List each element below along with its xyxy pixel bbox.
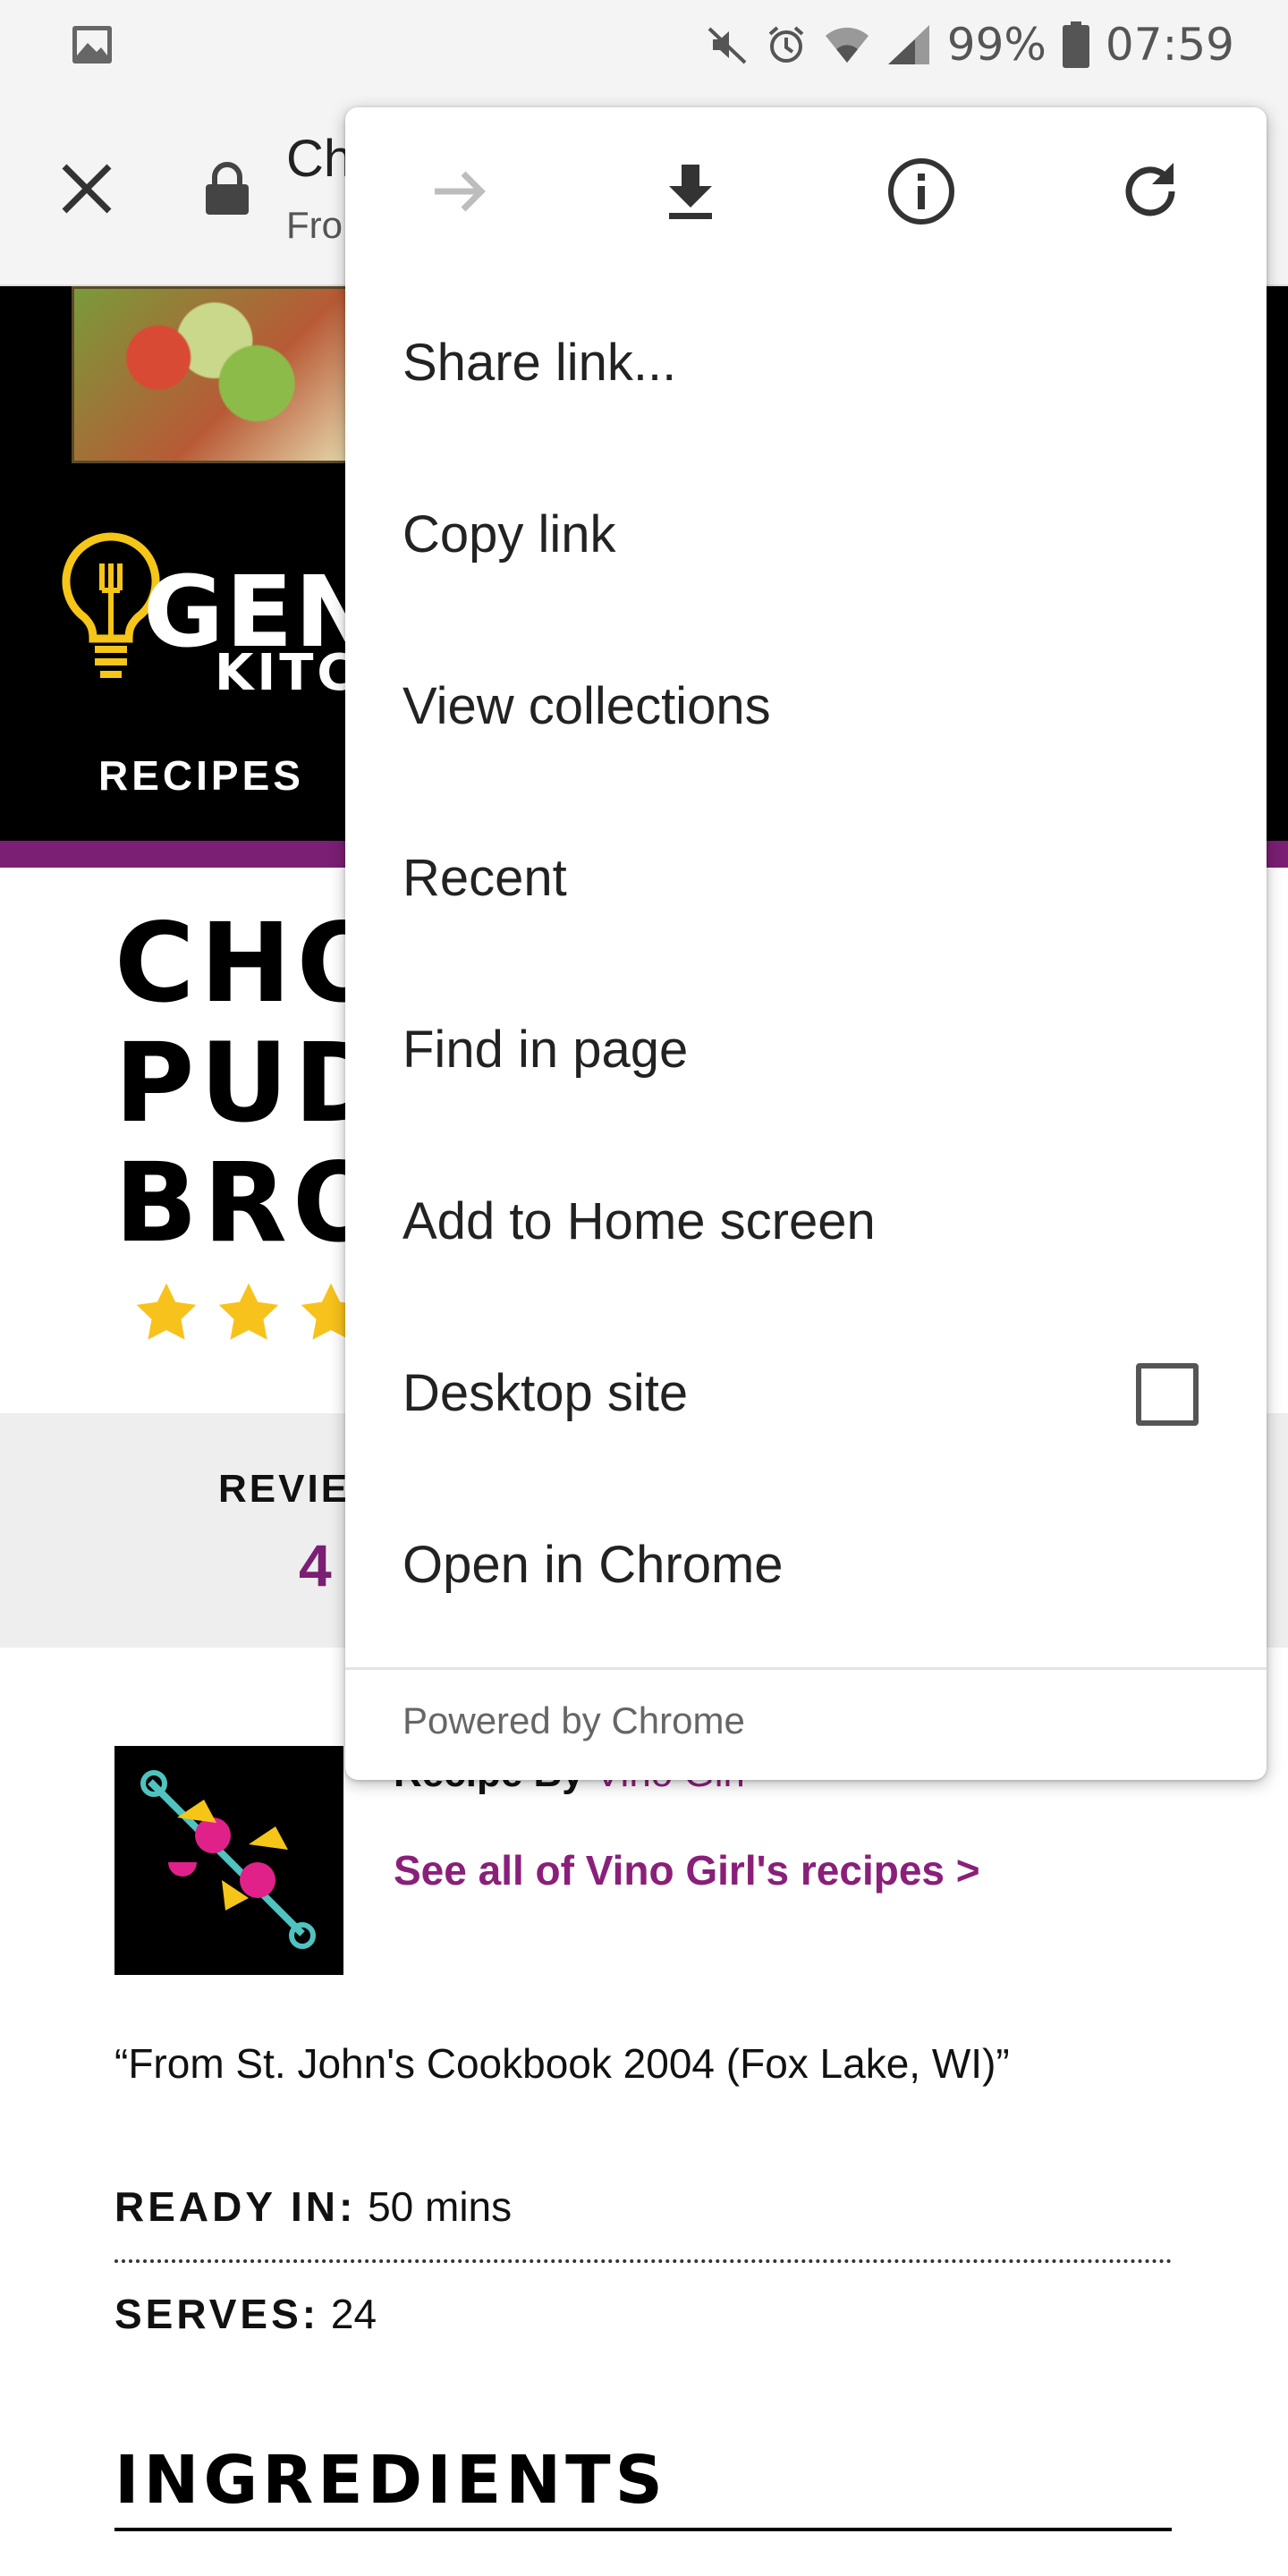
menu-item-desktop-site[interactable]: Desktop site <box>402 1363 688 1423</box>
ready-in-label: READY IN: <box>114 2183 357 2230</box>
clock: 07:59 <box>1105 19 1234 71</box>
menu-item-view-collections[interactable]: View collections <box>402 676 771 736</box>
serves-label: SERVES: <box>114 2291 320 2337</box>
serves-value: 24 <box>319 2291 377 2337</box>
powered-by-label: Powered by Chrome <box>402 1699 745 1741</box>
close-icon[interactable] <box>55 157 118 220</box>
battery-icon <box>1062 21 1089 68</box>
download-button[interactable] <box>653 154 728 229</box>
menu-item-find-in-page[interactable]: Find in page <box>402 1020 688 1080</box>
ready-in-row: READY IN: 50 mins <box>114 2182 512 2231</box>
refresh-icon <box>1125 163 1175 216</box>
overflow-menu: Share link... Copy link View collections… <box>345 107 1267 1780</box>
ready-in-value: 50 mins <box>356 2183 513 2230</box>
refresh-button[interactable] <box>1114 154 1190 229</box>
see-all-recipes-link[interactable]: See all of Vino Girl's recipes > <box>394 1846 980 1894</box>
menu-item-add-to-home-screen[interactable]: Add to Home screen <box>402 1191 876 1251</box>
menu-item-recent[interactable]: Recent <box>402 848 567 908</box>
author-avatar[interactable] <box>114 1746 343 1975</box>
page-title[interactable]: Ch <box>286 129 352 189</box>
status-bar: 99% 07:59 <box>0 0 1288 89</box>
forward-button[interactable] <box>422 154 497 229</box>
desktop-site-checkbox[interactable] <box>1136 1363 1199 1426</box>
recipe-description: “From St. John's Cookbook 2004 (Fox Lake… <box>114 2040 1010 2087</box>
menu-item-share-link[interactable]: Share link... <box>402 333 676 393</box>
star-rating[interactable] <box>132 1279 365 1347</box>
meta-divider <box>114 2259 1172 2263</box>
status-icons: 99% 07:59 <box>706 18 1234 72</box>
page-url[interactable]: Fro <box>286 204 343 247</box>
lock-icon[interactable] <box>204 161 250 216</box>
ingredients-heading: INGREDIENTS <box>114 2442 667 2519</box>
ingredients-rule <box>114 2528 1172 2531</box>
wifi-icon <box>825 27 869 63</box>
info-icon <box>888 158 954 225</box>
menu-icon-row <box>345 107 1267 277</box>
menu-item-copy-link[interactable]: Copy link <box>402 504 616 564</box>
battery-percent: 99% <box>946 19 1046 71</box>
download-icon <box>669 165 712 219</box>
reviews-count[interactable]: 4 <box>299 1531 332 1599</box>
star-icon <box>218 1283 279 1340</box>
star-icon <box>136 1283 197 1340</box>
menu-divider <box>345 1667 1267 1670</box>
alarm-icon <box>768 26 804 63</box>
gallery-icon <box>72 26 112 64</box>
nav-recipes-link[interactable]: RECIPES <box>98 751 304 800</box>
featured-recipe-image[interactable] <box>72 286 358 463</box>
forward-icon <box>435 171 486 212</box>
mute-icon <box>708 27 747 64</box>
signal-icon <box>887 25 929 64</box>
reviews-label: REVIE <box>218 1467 351 1511</box>
menu-item-open-in-chrome[interactable]: Open in Chrome <box>402 1535 784 1595</box>
serves-row: SERVES: 24 <box>114 2290 377 2338</box>
page-info-button[interactable] <box>884 154 959 229</box>
